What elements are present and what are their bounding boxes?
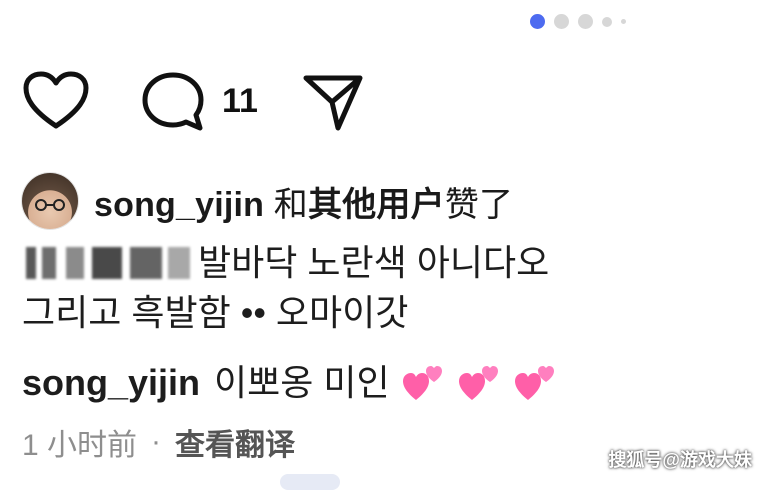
comment-text: 이뽀옹 미인 [214, 362, 390, 403]
post-actions-bar: 11 [22, 68, 382, 136]
paper-plane-icon[interactable] [300, 70, 366, 139]
comment-item: song_yijin 이뽀옹 미인 [22, 358, 556, 408]
comment-text-line1: 발바닥 노란색 아니다오 [198, 242, 550, 283]
timestamp: 1 小时前 [22, 429, 138, 462]
heart-outline-icon[interactable] [22, 70, 90, 137]
comment-count: 11 [222, 82, 258, 120]
bottom-indicator [280, 474, 340, 490]
and-text: 和 [273, 185, 308, 224]
two-hearts-icon [402, 366, 442, 400]
others-link[interactable]: 其他用户 [308, 186, 445, 224]
liker-username[interactable]: song_yijin [94, 186, 264, 224]
pager-dot-active[interactable] [530, 14, 545, 29]
redacted-username [22, 247, 190, 279]
pager-dot[interactable] [554, 14, 569, 29]
comment-username[interactable]: song_yijin [22, 358, 200, 408]
likes-summary[interactable]: song_yijin 和其他用户赞了 [22, 170, 513, 232]
two-hearts-icon [458, 366, 498, 400]
emoji-group [402, 362, 556, 404]
pager-dot[interactable] [621, 19, 626, 24]
avatar[interactable] [22, 173, 78, 229]
separator: · [151, 425, 162, 458]
two-hearts-icon [514, 366, 554, 400]
pager-dot[interactable] [602, 16, 612, 27]
comment-item: 발바닥 노란색 아니다오 그리고 흑발함 •• 오마이갓 [22, 238, 722, 338]
see-translation-link[interactable]: 查看翻译 [175, 420, 295, 464]
carousel-pager [530, 14, 626, 29]
watermark: 搜狐号@游戏大妹 [608, 450, 752, 470]
comment-bubble-icon[interactable] [140, 70, 206, 139]
liked-text: 赞了 [444, 185, 514, 224]
comment-text-line2: 그리고 흑발함 •• 오마이갓 [22, 292, 409, 333]
pager-dot[interactable] [578, 14, 593, 29]
likes-text: song_yijin 和其他用户赞了 [94, 177, 513, 226]
glasses-icon [35, 199, 65, 211]
post-meta: 1 小时前 · 查看翻译 [22, 420, 295, 464]
